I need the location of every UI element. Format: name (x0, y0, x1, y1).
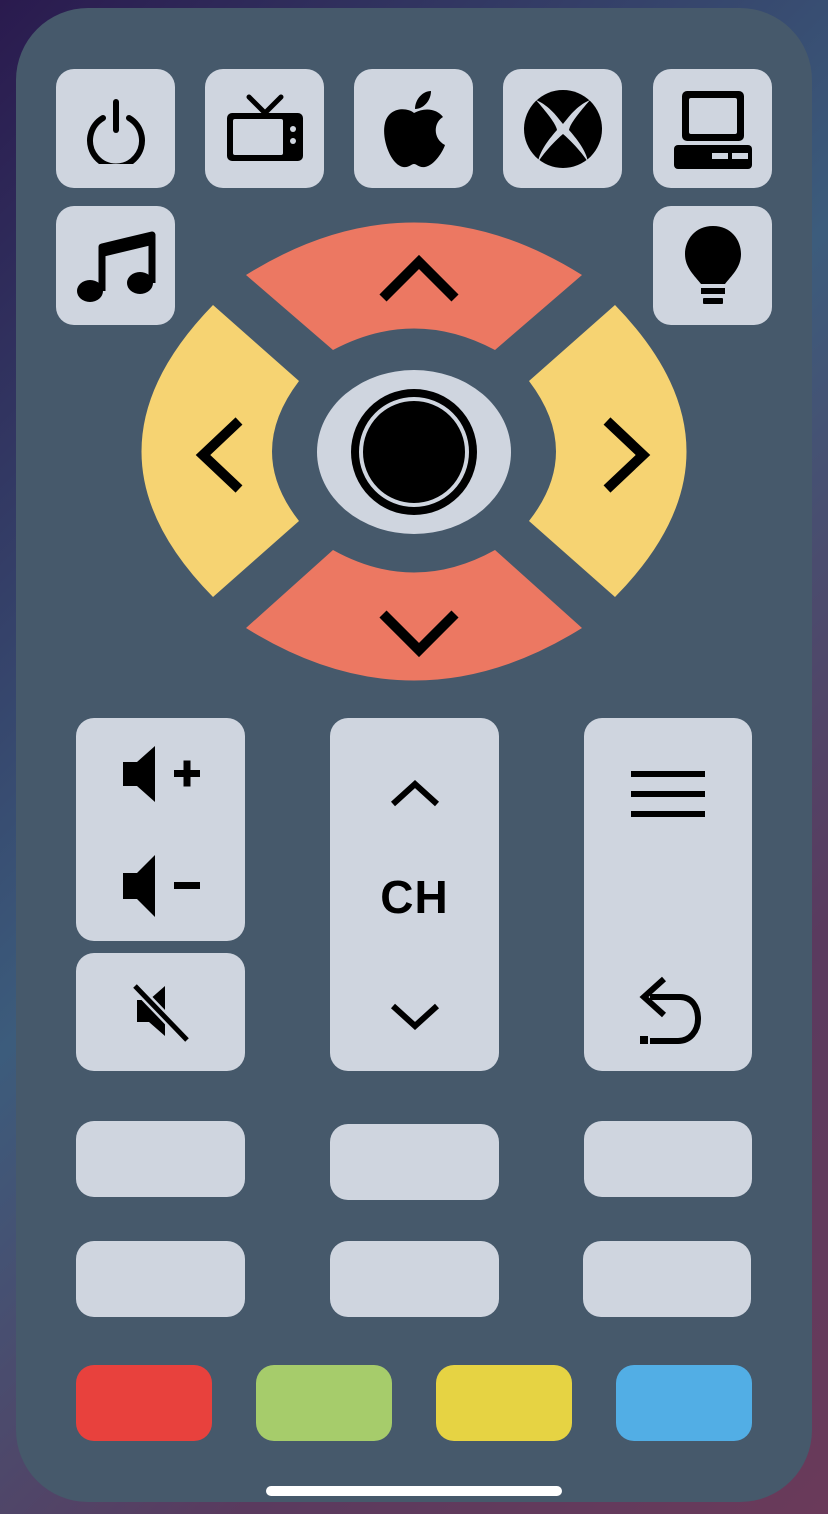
blank-button-4[interactable] (76, 1241, 245, 1317)
mute-button[interactable] (76, 953, 245, 1071)
blank-button-3[interactable] (584, 1121, 752, 1197)
blank-button-5[interactable] (330, 1241, 499, 1317)
mute-icon (130, 982, 191, 1044)
menu-icon (631, 771, 705, 817)
volume-up-icon (122, 746, 200, 802)
menu-back-panel (584, 718, 752, 1071)
chevron-down-icon (390, 1003, 439, 1030)
blank-button-1[interactable] (76, 1121, 245, 1197)
chevron-up-icon (390, 779, 439, 807)
volume-down-button[interactable] (76, 830, 245, 941)
dpad (141, 222, 687, 681)
dpad-up-button[interactable] (246, 222, 582, 351)
dpad-down-button[interactable] (246, 550, 582, 681)
channel-down-button[interactable] (330, 980, 499, 1050)
channel-rocker: CH (330, 718, 499, 1071)
blue-button[interactable] (616, 1365, 752, 1441)
yellow-button[interactable] (436, 1365, 572, 1441)
volume-down-icon (122, 854, 200, 917)
ok-circle-icon (351, 389, 477, 515)
back-icon (639, 976, 702, 1044)
home-indicator[interactable] (266, 1486, 562, 1496)
blank-button-2[interactable] (330, 1124, 499, 1200)
dpad-left-button[interactable] (141, 305, 300, 597)
volume-rocker (76, 718, 245, 941)
dpad-right-button[interactable] (529, 305, 687, 597)
blank-button-6[interactable] (583, 1241, 751, 1317)
volume-up-button[interactable] (76, 718, 245, 830)
back-button[interactable] (584, 970, 752, 1050)
red-button[interactable] (76, 1365, 212, 1441)
channel-label: CH (380, 871, 449, 923)
menu-button[interactable] (584, 754, 752, 834)
ok-button[interactable] (317, 370, 511, 534)
channel-up-button[interactable] (330, 758, 499, 828)
green-button[interactable] (256, 1365, 392, 1441)
